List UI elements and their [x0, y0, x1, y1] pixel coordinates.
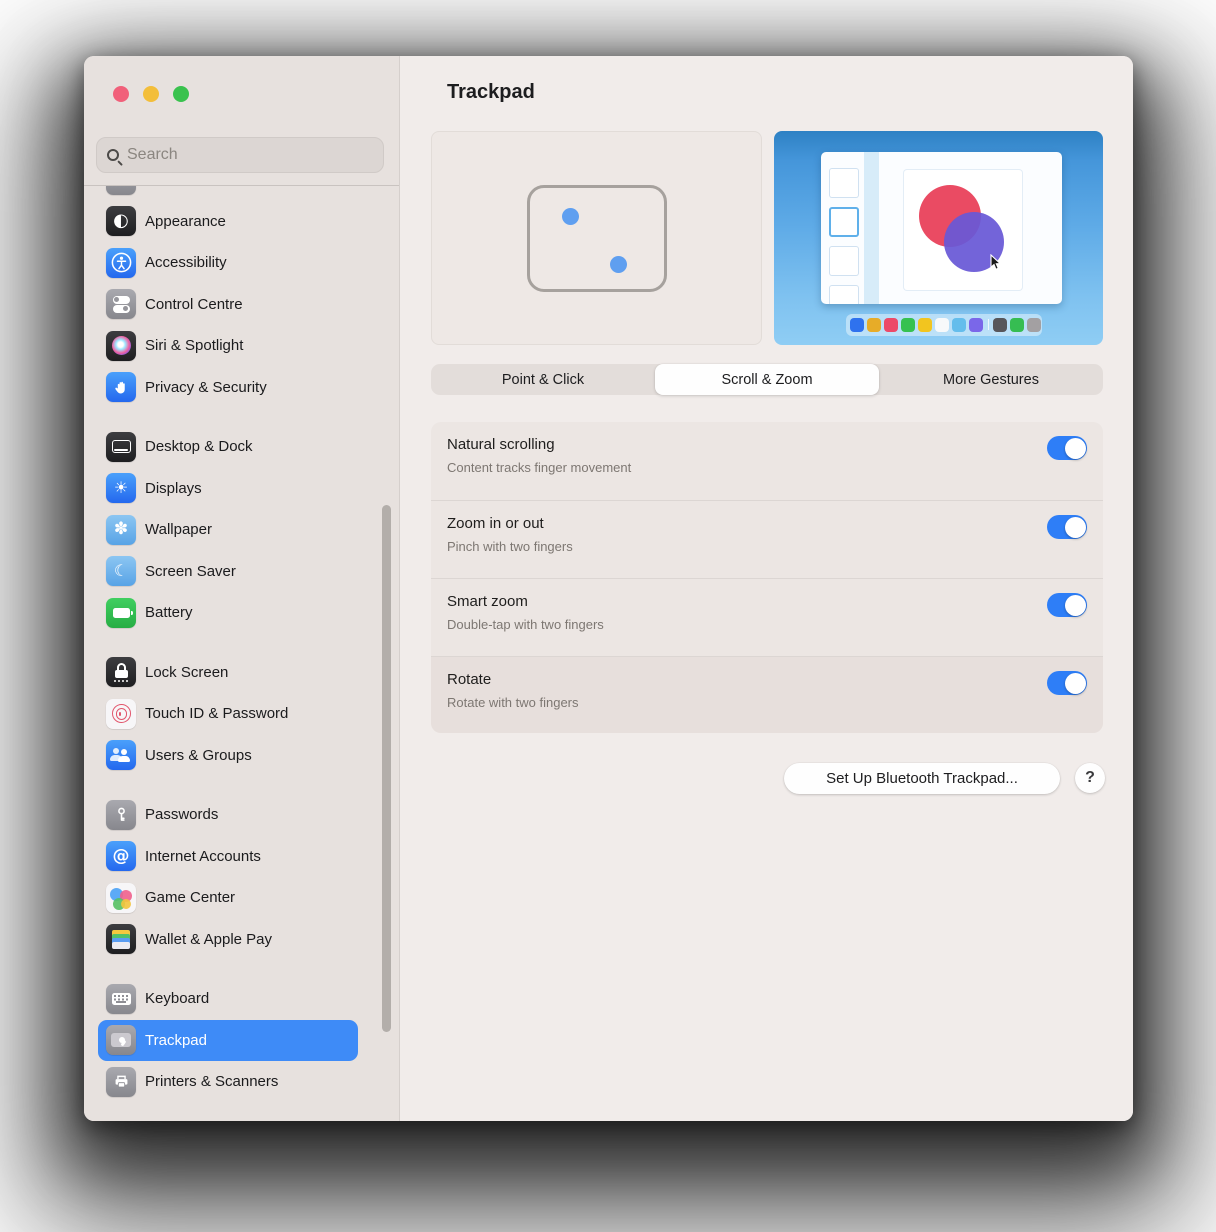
sidebar-item-desktop-dock[interactable]: Desktop & Dock	[98, 426, 358, 468]
smart-zoom-toggle[interactable]	[1047, 593, 1087, 617]
natural-scrolling-toggle[interactable]	[1047, 436, 1087, 460]
trackpad-gesture-preview	[431, 131, 762, 345]
traffic-lights	[113, 86, 189, 102]
sidebar-item-control-centre[interactable]: Control Centre	[98, 284, 358, 326]
desktop-dock-icon	[106, 431, 136, 462]
video-thumbnail	[829, 168, 859, 198]
help-button[interactable]: ?	[1075, 763, 1105, 793]
at-icon: @	[106, 841, 136, 872]
video-canvas	[904, 170, 1022, 290]
trackpad-icon	[106, 1025, 136, 1056]
video-thumbnail	[829, 246, 859, 276]
wallet-icon	[106, 924, 136, 955]
palette-swatch	[1009, 317, 1024, 333]
video-thumbnail-selected	[829, 207, 859, 237]
lock-icon	[106, 657, 136, 688]
sidebar-item-touch-id[interactable]: Touch ID & Password	[98, 693, 358, 735]
search-input[interactable]	[127, 146, 373, 164]
key-icon	[106, 799, 136, 830]
game-center-icon	[106, 882, 136, 913]
sidebar-item-screen-saver[interactable]: ☾ Screen Saver	[98, 551, 358, 593]
close-button[interactable]	[113, 86, 129, 102]
minimize-button[interactable]	[143, 86, 159, 102]
setting-row-smart-zoom: Smart zoom Double-tap with two fingers	[431, 578, 1103, 656]
palette-swatch	[849, 317, 864, 333]
cursor-icon	[988, 253, 1003, 276]
zoom-in-or-out-toggle[interactable]	[1047, 515, 1087, 539]
palette-swatch	[917, 317, 932, 333]
sidebar-item-accessibility[interactable]: Accessibility	[98, 242, 358, 284]
sidebar-item-game-center[interactable]: Game Center	[98, 877, 358, 919]
hand-icon	[106, 372, 136, 403]
sidebar-item-wallpaper[interactable]: ✽ Wallpaper	[98, 509, 358, 551]
settings-list: Natural scrolling Content tracks finger …	[431, 422, 1103, 733]
flower-icon: ✽	[106, 514, 136, 545]
rotate-toggle[interactable]	[1047, 671, 1087, 695]
palette-swatch	[900, 317, 915, 333]
sidebar-item-general[interactable]: ⚙ General	[98, 186, 358, 201]
sidebar: ⚙ General ◐ Appearance Accessibility	[84, 56, 400, 1121]
main-content: Trackpad Point & Click Scroll & Zoom Mor…	[401, 56, 1133, 1121]
palette-swatch	[987, 317, 1007, 333]
appearance-icon: ◐	[106, 206, 136, 237]
battery-icon	[106, 597, 136, 628]
tab-scroll-and-zoom[interactable]: Scroll & Zoom	[655, 364, 879, 395]
palette-swatch	[883, 317, 898, 333]
sidebar-item-printers-scanners[interactable]: Printers & Scanners	[98, 1061, 358, 1103]
setting-row-rotate: Rotate Rotate with two fingers	[431, 656, 1103, 733]
sidebar-item-trackpad[interactable]: Trackpad	[98, 1019, 358, 1061]
sidebar-list: ⚙ General ◐ Appearance Accessibility	[84, 185, 399, 1121]
sidebar-item-battery[interactable]: Battery	[98, 592, 358, 634]
trackpad-outline	[527, 185, 667, 292]
sun-icon: ☀	[106, 473, 136, 504]
palette-swatch	[951, 317, 966, 333]
setting-row-natural-scrolling: Natural scrolling Content tracks finger …	[431, 422, 1103, 500]
set-up-bluetooth-trackpad-button[interactable]: Set Up Bluetooth Trackpad...	[784, 763, 1060, 794]
sidebar-item-passwords[interactable]: Passwords	[98, 794, 358, 836]
accessibility-icon	[106, 247, 136, 278]
sidebar-item-keyboard[interactable]: Keyboard	[98, 978, 358, 1020]
sidebar-scrollbar[interactable]	[382, 505, 391, 1032]
search-field[interactable]	[96, 137, 384, 173]
zoom-button[interactable]	[173, 86, 189, 102]
setting-row-zoom-in-or-out: Zoom in or out Pinch with two fingers	[431, 500, 1103, 578]
gesture-tabs: Point & Click Scroll & Zoom More Gesture…	[431, 364, 1103, 395]
search-icon	[107, 149, 119, 161]
siri-icon	[106, 330, 136, 361]
gesture-video-preview	[774, 131, 1103, 345]
fingerprint-icon	[106, 698, 136, 729]
sidebar-item-wallet[interactable]: Wallet & Apple Pay	[98, 919, 358, 961]
sidebar-item-privacy-security[interactable]: Privacy & Security	[98, 367, 358, 409]
palette-swatch	[934, 317, 949, 333]
control-centre-icon	[106, 289, 136, 320]
keyboard-icon	[106, 983, 136, 1014]
system-settings-window: ⚙ General ◐ Appearance Accessibility	[84, 56, 1133, 1121]
palette-swatch	[1026, 317, 1041, 333]
page-title: Trackpad	[447, 81, 535, 103]
tab-point-and-click[interactable]: Point & Click	[431, 364, 655, 395]
finger-dot-2	[610, 256, 627, 273]
users-icon	[106, 740, 136, 771]
sidebar-item-users-groups[interactable]: Users & Groups	[98, 735, 358, 777]
tab-more-gestures[interactable]: More Gestures	[879, 364, 1103, 395]
video-sidebar-divider	[864, 152, 879, 304]
gear-icon: ⚙	[106, 186, 136, 195]
sidebar-item-appearance[interactable]: ◐ Appearance	[98, 201, 358, 243]
sidebar-item-siri-spotlight[interactable]: Siri & Spotlight	[98, 325, 358, 367]
sidebar-item-internet-accounts[interactable]: @ Internet Accounts	[98, 836, 358, 878]
palette-swatch	[866, 317, 881, 333]
sidebar-item-lock-screen[interactable]: Lock Screen	[98, 652, 358, 694]
finger-dot-1	[562, 208, 579, 225]
video-thumbnail	[829, 285, 859, 304]
color-palette-bar	[846, 314, 1042, 336]
palette-swatch	[968, 317, 983, 333]
sidebar-item-displays[interactable]: ☀ Displays	[98, 468, 358, 510]
moon-icon: ☾	[106, 556, 136, 587]
video-app-window	[821, 152, 1062, 304]
printer-icon	[106, 1066, 136, 1097]
